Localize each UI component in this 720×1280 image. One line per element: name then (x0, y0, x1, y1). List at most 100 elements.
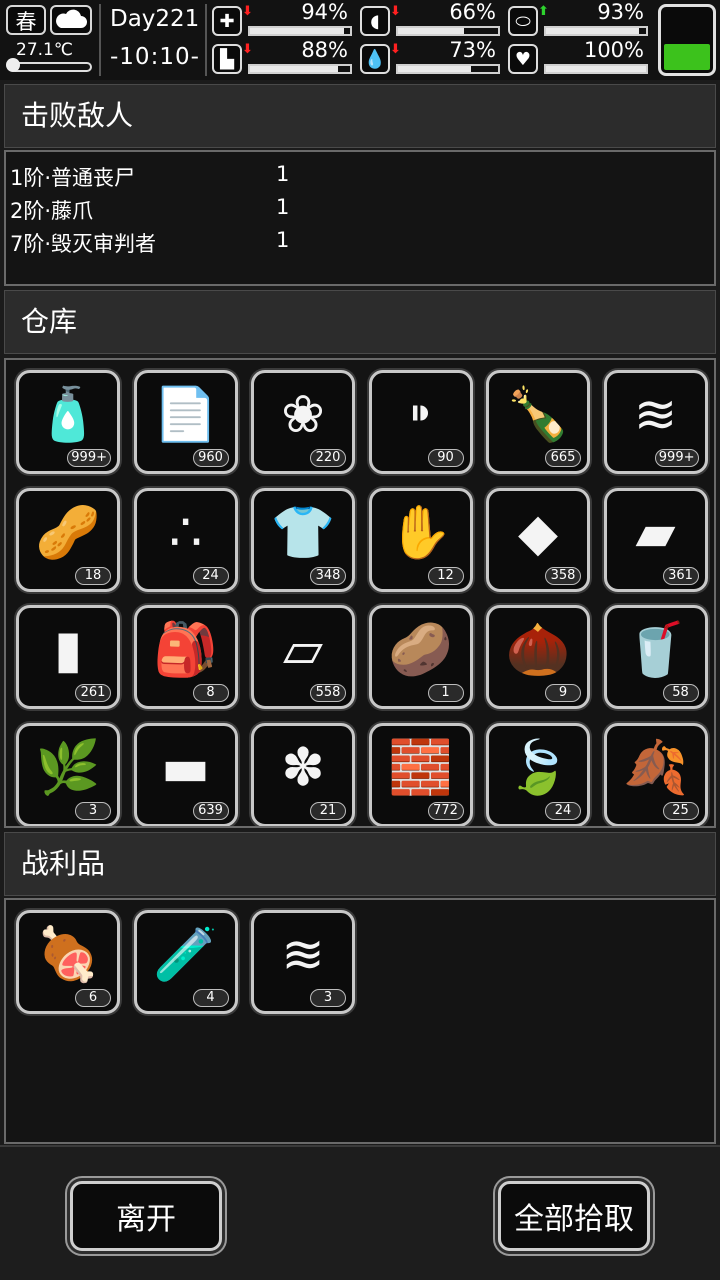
thermometer-bar (10, 62, 92, 72)
divider (205, 4, 207, 76)
stat-value: 73% (449, 38, 496, 62)
item-slot[interactable]: ▮ 261 (16, 605, 120, 709)
crumpled-paper-icon: ◆ (518, 502, 558, 563)
item-slot[interactable]: ∴ 24 (133, 487, 238, 592)
item-count-badge: 772 (427, 801, 464, 820)
bricks-icon: 🧱 (388, 737, 453, 798)
item-count-badge: 6 (75, 989, 111, 1007)
stat-bar-fill (250, 66, 338, 72)
item-slot[interactable]: 🧱 772 (368, 722, 473, 826)
item-slot[interactable]: ▱ 558 (251, 605, 355, 709)
stat-value: 100% (583, 38, 644, 62)
meat-chunk-icon: 🍖 (35, 925, 101, 985)
season-badge: 春 (6, 5, 46, 35)
item-slot[interactable]: ≋ 3 (251, 910, 355, 1014)
bottle-icon: 🍾 (505, 385, 571, 445)
item-slot[interactable]: 🌰 9 (486, 605, 590, 709)
day-counter: Day221 (110, 6, 200, 32)
stat-thirst: 💧 ⬇ 73% (360, 38, 500, 76)
item-slot[interactable]: ✋ 12 (368, 487, 473, 592)
blanket-icon: ▬ (160, 737, 211, 798)
cloth-stack-icon: ≋ (281, 925, 325, 985)
cotton-ball-icon: ❀ (281, 385, 325, 445)
item-slot[interactable]: 🍖 6 (16, 910, 120, 1014)
enemies-section-title: 击败敌人 (4, 84, 716, 148)
glue-tube-icon: 🧴 (35, 385, 101, 445)
item-slot[interactable]: 🥔 1 (368, 605, 473, 709)
item-slot[interactable]: 🍂 25 (603, 722, 708, 826)
ginseng-root-icon: ✋ (388, 502, 453, 563)
item-slot[interactable]: 🧴 999+ (16, 370, 120, 474)
ginger-icon: ✽ (281, 737, 325, 798)
green-herb-icon: 🍃 (505, 737, 571, 798)
enemy-row-count: 1 (276, 162, 290, 186)
status-bar: 春 27.1℃ Day221 -10:10- ✚ ⬇ 94% ◖ ⬇ 66% ⬭ ⬆ 93% ▙ ⬇… (0, 0, 720, 80)
item-count-badge: 3 (310, 989, 346, 1007)
first-aid-icon: ✚ (212, 6, 242, 36)
battery-icon (658, 4, 716, 76)
item-count-badge: 220 (310, 449, 346, 467)
stat-bar-fill (250, 28, 344, 34)
item-slot[interactable]: 🎒 8 (133, 605, 238, 709)
stat-bar-fill (398, 28, 464, 34)
item-slot[interactable]: 🥜 18 (16, 487, 120, 592)
loot-grid[interactable]: 🍖 6 🧪 4 ≋ 3 (4, 898, 716, 1144)
torn-shirt-icon: 👕 (270, 502, 336, 563)
cloud-icon (50, 5, 92, 35)
item-count-badge: 24 (192, 566, 229, 585)
enemy-row-count: 1 (276, 228, 290, 252)
beans-icon: ∴ (168, 502, 203, 563)
boot-icon: ▙ (212, 44, 242, 74)
trend-arrow-icon: ⬇ (242, 42, 253, 57)
divider (99, 4, 101, 76)
item-slot[interactable]: ◆ 358 (486, 487, 590, 592)
stat-value: 88% (301, 38, 348, 62)
water-drop-icon: 💧 (360, 44, 390, 74)
item-count-badge: 9 (545, 684, 581, 702)
item-count-badge: 665 (545, 449, 581, 467)
warehouse-grid[interactable]: 🧴 999+ 📄 960 ❀ 220 ⁍ 90 🍾 665 ≋ 999+ 🥜 18 ∴ 24 👕 348 ✋ 12 ◆ 3… (4, 358, 716, 828)
item-count-badge: 358 (545, 566, 581, 585)
item-slot[interactable]: 👕 348 (251, 487, 355, 592)
item-count-badge: 999+ (654, 449, 699, 467)
stat-bar-fill (398, 66, 471, 72)
item-slot[interactable]: 🍃 24 (486, 722, 590, 826)
stat-health: ✚ ⬇ 94% (212, 0, 352, 38)
stat-value: 66% (449, 0, 496, 24)
enemy-row-count: 1 (276, 195, 290, 219)
item-slot[interactable]: ▰ 361 (603, 487, 708, 592)
cloth-stack-icon: ≋ (633, 385, 678, 445)
stat-bar (396, 64, 500, 74)
stat-bar (396, 26, 500, 36)
enemy-row-name: 2阶·藤爪 (10, 199, 94, 223)
item-slot[interactable]: ≋ 999+ (603, 370, 708, 474)
towel-icon: ▰ (635, 502, 676, 563)
item-count-badge: 24 (545, 801, 581, 820)
trend-arrow-icon: ⬆ (538, 4, 549, 19)
test-tube-vii-icon: 🧪 (153, 925, 218, 985)
item-slot[interactable]: ▬ 639 (133, 722, 238, 826)
item-slot[interactable]: 🧪 4 (133, 910, 238, 1014)
paper-scraps-icon: 📄 (153, 385, 218, 445)
item-count-badge: 1 (427, 684, 464, 702)
trend-arrow-icon: ⬇ (390, 42, 401, 57)
item-count-badge: 25 (662, 801, 699, 820)
sack-icon: 🎒 (153, 620, 218, 680)
item-slot[interactable]: ❀ 220 (251, 370, 355, 474)
item-slot[interactable]: 🌿 3 (16, 722, 120, 826)
item-slot[interactable]: ✽ 21 (251, 722, 355, 826)
item-count-badge: 261 (75, 684, 111, 702)
stat-stamina: ▙ ⬇ 88% (212, 38, 352, 76)
item-slot[interactable]: 📄 960 (133, 370, 238, 474)
leave-button[interactable]: 离开 (70, 1181, 222, 1251)
item-slot[interactable]: 🥤 58 (603, 605, 708, 709)
item-count-badge: 18 (75, 566, 111, 585)
stomach-icon: ◖ (360, 6, 390, 36)
paper-sheets-icon: ▱ (283, 620, 323, 680)
stat-bar (544, 64, 648, 74)
item-slot[interactable]: 🍾 665 (486, 370, 590, 474)
item-slot[interactable]: ⁍ 90 (368, 370, 473, 474)
item-count-badge: 21 (310, 801, 346, 820)
pickup-all-button[interactable]: 全部拾取 (498, 1181, 650, 1251)
thermometer-icon (6, 58, 20, 72)
